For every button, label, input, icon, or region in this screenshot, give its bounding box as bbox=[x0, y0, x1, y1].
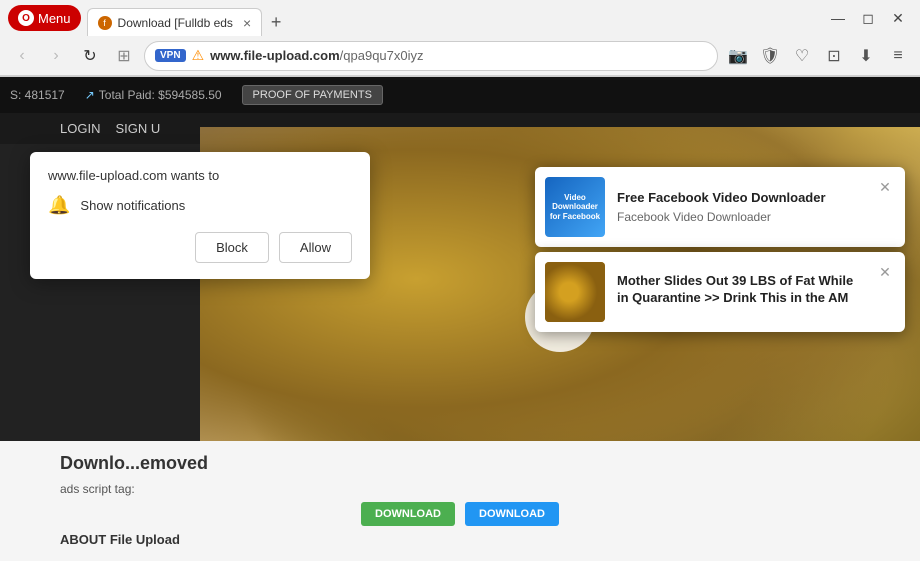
new-tab-button[interactable]: + bbox=[262, 8, 290, 36]
reload-button[interactable]: ↻ bbox=[76, 42, 104, 70]
page-text-area: Downlo...emoved ads script tag: DOWNLOAD… bbox=[0, 441, 920, 561]
close-button[interactable]: ✕ bbox=[884, 4, 912, 32]
maximize-button[interactable]: ◻ bbox=[854, 4, 882, 32]
block-button[interactable]: Block bbox=[195, 232, 269, 263]
back-button[interactable]: ‹ bbox=[8, 42, 36, 70]
ad1-thumb-image: Video Downloader for Facebook bbox=[545, 177, 605, 237]
download-icon[interactable]: ⬇ bbox=[852, 42, 880, 70]
active-tab[interactable]: f Download [Fulldb eds × bbox=[87, 8, 263, 36]
ad2-thumb-image bbox=[545, 262, 605, 322]
popup-notification-row: 🔔 Show notifications bbox=[48, 195, 352, 216]
browser-chrome: O Menu f Download [Fulldb eds × + — ◻ ✕ … bbox=[0, 0, 920, 77]
shield-icon[interactable]: 🛡 bbox=[756, 42, 784, 70]
proof-payments-button[interactable]: PROOF OF PAYMENTS bbox=[242, 85, 383, 105]
ad2-text: Mother Slides Out 39 LBS of Fat While in… bbox=[617, 273, 863, 311]
warning-icon: ⚠ bbox=[192, 47, 205, 64]
window-controls: — ◻ ✕ bbox=[824, 4, 912, 32]
ad2-thumbnail bbox=[545, 262, 605, 322]
stats-text: S: 481517 bbox=[10, 88, 65, 102]
website-top-bar: S: 481517 ↗ Total Paid: $594585.50 PROOF… bbox=[0, 77, 920, 113]
page-heading: Downlo...emoved bbox=[60, 453, 860, 474]
minimize-button[interactable]: — bbox=[824, 4, 852, 32]
main-menu-icon[interactable]: ≡ bbox=[884, 42, 912, 70]
ad1-thumbnail: Video Downloader for Facebook bbox=[545, 177, 605, 237]
ad1-subtitle: Facebook Video Downloader bbox=[617, 210, 863, 224]
total-paid: ↗ Total Paid: $594585.50 bbox=[85, 88, 222, 102]
ad2-close-button[interactable]: ✕ bbox=[875, 262, 895, 282]
tab-close-icon[interactable]: × bbox=[243, 15, 251, 31]
popup-buttons: Block Allow bbox=[48, 232, 352, 263]
popup-site-text: www.file-upload.com wants to bbox=[48, 168, 352, 183]
camera-icon[interactable]: 📷 bbox=[724, 42, 752, 70]
bell-icon: 🔔 bbox=[48, 195, 70, 216]
notification-popup: www.file-upload.com wants to 🔔 Show noti… bbox=[30, 152, 370, 279]
nav-login[interactable]: LOGIN bbox=[60, 121, 100, 136]
toolbar-icons: 📷 🛡 ♡ ⊡ ⬇ ≡ bbox=[724, 42, 912, 70]
about-label: ABOUT File Upload bbox=[60, 532, 860, 547]
opera-menu-label: Menu bbox=[38, 11, 71, 26]
tab-favicon: f bbox=[98, 16, 112, 30]
ad1-text: Free Facebook Video Downloader Facebook … bbox=[617, 190, 863, 225]
url-domain: www.file-upload.com bbox=[210, 48, 340, 63]
download-buttons-area: DOWNLOAD DOWNLOAD bbox=[60, 502, 860, 526]
address-bar: ‹ › ↻ ⊞ VPN ⚠ www.file-upload.com/qpa9qu… bbox=[0, 36, 920, 76]
opera-menu-button[interactable]: O Menu bbox=[8, 5, 81, 31]
url-path: /qpa9qu7x0iyz bbox=[340, 48, 424, 63]
page-content: S: 481517 ↗ Total Paid: $594585.50 PROOF… bbox=[0, 77, 920, 561]
ads-section: ads script tag: bbox=[60, 482, 860, 496]
popup-notification-label: Show notifications bbox=[80, 198, 185, 213]
url-bar[interactable]: VPN ⚠ www.file-upload.com/qpa9qu7x0iyz bbox=[144, 41, 718, 71]
vpn-badge: VPN bbox=[155, 49, 186, 62]
bookmark-icon[interactable]: ♡ bbox=[788, 42, 816, 70]
title-bar: O Menu f Download [Fulldb eds × + — ◻ ✕ bbox=[0, 0, 920, 36]
nav-signup[interactable]: SIGN U bbox=[115, 121, 160, 136]
download-btn-2[interactable]: DOWNLOAD bbox=[465, 502, 559, 526]
ad-card-2[interactable]: Mother Slides Out 39 LBS of Fat While in… bbox=[535, 252, 905, 332]
extensions-icon[interactable]: ⊡ bbox=[820, 42, 848, 70]
ad1-title: Free Facebook Video Downloader bbox=[617, 190, 863, 207]
forward-button[interactable]: › bbox=[42, 42, 70, 70]
ad-card-1[interactable]: Video Downloader for Facebook Free Faceb… bbox=[535, 167, 905, 247]
url-display: www.file-upload.com/qpa9qu7x0iyz bbox=[210, 48, 707, 63]
allow-button[interactable]: Allow bbox=[279, 232, 352, 263]
ad2-title: Mother Slides Out 39 LBS of Fat While in… bbox=[617, 273, 863, 307]
tabs-area: f Download [Fulldb eds × + bbox=[87, 0, 818, 36]
grid-view-button[interactable]: ⊞ bbox=[110, 42, 138, 70]
opera-logo-icon: O bbox=[18, 10, 34, 26]
tab-label: Download [Fulldb eds bbox=[118, 16, 233, 30]
download-btn-1[interactable]: DOWNLOAD bbox=[361, 502, 455, 526]
ad1-close-button[interactable]: ✕ bbox=[875, 177, 895, 197]
